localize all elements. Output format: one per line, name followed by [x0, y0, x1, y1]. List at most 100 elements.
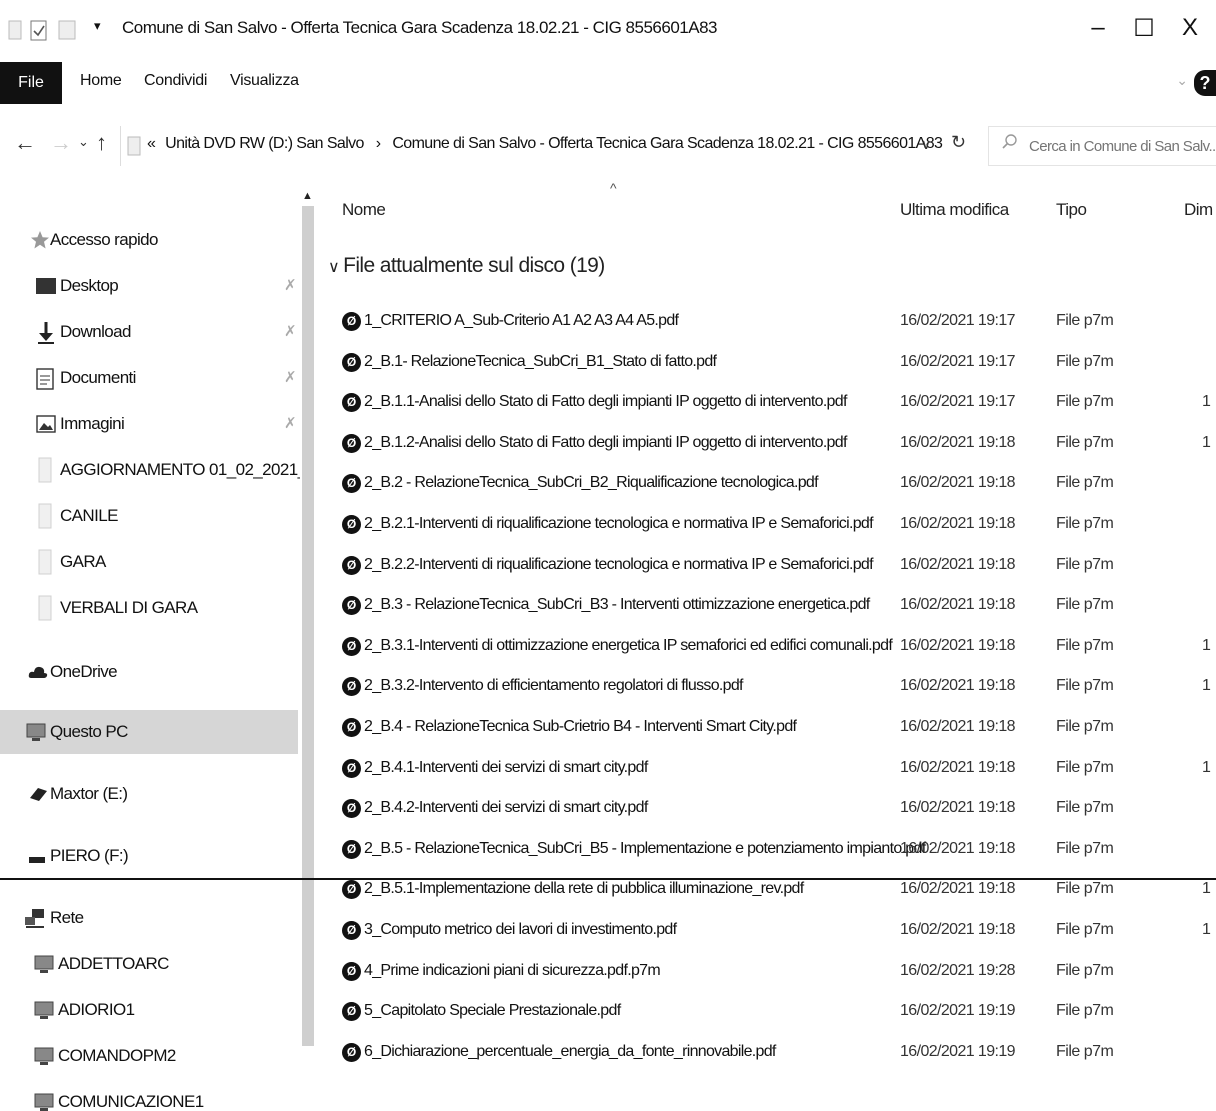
column-header-name[interactable]: Nome — [342, 200, 386, 220]
table-row[interactable]: Ø 2_B.3.2-Intervento di efficientamento r… — [326, 669, 1216, 709]
sidebar-item-aggiornamento[interactable]: AGGIORNAMENTO 01_02_2021_LUNGO M. — [0, 448, 300, 492]
table-row[interactable]: Ø 2_B.4 - RelazioneTecnica Sub-Crietrio B… — [326, 710, 1216, 750]
properties-icon[interactable] — [30, 20, 48, 47]
up-icon[interactable]: ↑ — [96, 130, 107, 156]
back-icon[interactable]: ← — [14, 130, 36, 156]
file-size: 1 — [1202, 921, 1211, 938]
file-name: 2_B.4.2-Interventi dei servizi di smart … — [364, 799, 648, 816]
sidebar-item-questo-pc[interactable]: Questo PC — [0, 710, 298, 754]
signed-file-icon: Ø — [342, 312, 361, 331]
folder-icon — [38, 549, 58, 575]
sidebar-item-gara[interactable]: GARA — [0, 540, 298, 584]
sidebar-item-label: ADDETTOARC — [58, 954, 169, 973]
sidebar-item-maxtor[interactable]: Maxtor (E:) — [0, 772, 298, 816]
table-row[interactable]: Ø 2_B.2.2-Interventi di riqualificazione … — [326, 548, 1216, 588]
sidebar-item-canile[interactable]: CANILE — [0, 494, 298, 538]
search-input[interactable] — [1029, 134, 1216, 158]
help-button[interactable]: ? — [1194, 70, 1216, 96]
file-type: File p7m — [1056, 880, 1114, 897]
recent-locations-icon[interactable]: ⌄ — [78, 134, 89, 150]
path-box[interactable]: « Unità DVD RW (D:) San Salvo › Comune d… — [120, 126, 980, 166]
table-row[interactable]: Ø 2_B.4.2-Interventi dei servizi di smart… — [326, 791, 1216, 831]
table-row[interactable]: Ø 1_CRITERIO A_Sub-Criterio A1 A2 A3 A4 A… — [326, 304, 1216, 344]
sidebar-item-piero[interactable]: PIERO (F:) — [0, 834, 298, 878]
sidebar-item-desktop[interactable]: Desktop ✗ — [0, 264, 298, 308]
collapse-chevron-icon[interactable]: ∨ — [328, 259, 340, 276]
sidebar-scrollbar[interactable]: ▲ — [300, 190, 316, 1111]
close-button[interactable]: X — [1170, 14, 1210, 42]
customize-toolbar-icon[interactable]: ▾ — [94, 18, 101, 34]
sort-ascending-icon: ^ — [610, 180, 617, 196]
scroll-up-icon[interactable]: ▲ — [302, 190, 313, 202]
sidebar-item-comandopm2[interactable]: COMANDOPM2 — [0, 1034, 298, 1078]
file-type: File p7m — [1056, 474, 1114, 491]
table-row[interactable]: Ø 2_B.1.2-Analisi dello Stato di Fatto de… — [326, 426, 1216, 466]
sidebar-item-adiorio1[interactable]: ADIORIO1 — [0, 988, 298, 1032]
tab-visualizza[interactable]: Visualizza — [230, 72, 299, 90]
search-box[interactable] — [988, 126, 1216, 166]
file-modified: 16/02/2021 19:18 — [900, 596, 1016, 613]
scrollbar-thumb[interactable] — [302, 206, 314, 1046]
sidebar-item-rete[interactable]: Rete — [0, 896, 298, 940]
address-bar: ← → ⌄ ↑ « Unità DVD RW (D:) San Salvo › … — [0, 116, 1216, 172]
forward-icon[interactable]: → — [50, 130, 72, 156]
new-folder-icon[interactable] — [58, 20, 76, 45]
sidebar-item-verbali-di-gara[interactable]: VERBALI DI GARA — [0, 586, 298, 630]
expand-ribbon-icon[interactable]: ⌄ — [1176, 72, 1188, 89]
signed-file-icon: Ø — [342, 474, 361, 493]
table-row[interactable]: Ø 2_B.2 - RelazioneTecnica_SubCri_B2_Riqu… — [326, 466, 1216, 506]
sidebar-item-label: Maxtor (E:) — [50, 784, 128, 803]
file-modified: 16/02/2021 19:18 — [900, 515, 1016, 532]
table-row[interactable]: Ø 5_Capitolato Speciale Prestazionale.pdf… — [326, 994, 1216, 1034]
sidebar-item-onedrive[interactable]: OneDrive — [0, 650, 298, 694]
column-header-modified[interactable]: Ultima modifica — [900, 200, 1009, 220]
file-modified: 16/02/2021 19:18 — [900, 637, 1016, 654]
sidebar-item-comunicazione1[interactable]: COMUNICAZIONE1 — [0, 1080, 298, 1111]
file-modified: 16/02/2021 19:19 — [900, 1043, 1016, 1060]
address-dropdown-icon[interactable]: ∨ — [921, 136, 931, 153]
table-row[interactable]: Ø 6_Dichiarazione_percentuale_energia_da_… — [326, 1035, 1216, 1075]
computer-icon — [26, 722, 46, 742]
table-row[interactable]: Ø 2_B.5 - RelazioneTecnica_SubCri_B5 - Im… — [326, 832, 1216, 872]
table-row[interactable]: Ø 2_B.1.1-Analisi dello Stato di Fatto de… — [326, 385, 1216, 425]
column-header-size[interactable]: Dim — [1184, 200, 1213, 220]
group-header[interactable]: ∨ File attualmente sul disco (19) — [328, 254, 605, 278]
sidebar-item-label: AGGIORNAMENTO 01_02_2021_LUNGO M. — [60, 460, 300, 479]
minimize-button[interactable]: – — [1078, 14, 1118, 42]
table-row[interactable]: Ø 2_B.3 - RelazioneTecnica_SubCri_B3 - In… — [326, 588, 1216, 628]
file-size: 1 — [1202, 434, 1211, 451]
column-header-type[interactable]: Tipo — [1056, 200, 1087, 220]
breadcrumb-overflow[interactable]: « — [147, 135, 156, 152]
pin-icon[interactable]: ✗ — [284, 414, 297, 432]
breadcrumb-separator[interactable]: › — [376, 135, 381, 152]
table-row[interactable]: Ø 2_B.2.1-Interventi di riqualificazione … — [326, 507, 1216, 547]
scan-artifact-line — [0, 878, 1216, 880]
sidebar-item-immagini[interactable]: Immagini ✗ — [0, 402, 298, 446]
pin-icon[interactable]: ✗ — [284, 368, 297, 386]
breadcrumb-current[interactable]: Comune di San Salvo - Offerta Tecnica Ga… — [392, 135, 943, 152]
pin-icon[interactable]: ✗ — [284, 276, 297, 294]
signed-file-icon: Ø — [342, 759, 361, 778]
breadcrumb[interactable]: « Unità DVD RW (D:) San Salvo › Comune d… — [147, 135, 943, 153]
tab-condividi[interactable]: Condividi — [144, 72, 207, 90]
file-modified: 16/02/2021 19:18 — [900, 799, 1016, 816]
table-row[interactable]: Ø 3_Computo metrico dei lavori di investi… — [326, 913, 1216, 953]
maximize-button[interactable]: ☐ — [1124, 14, 1164, 43]
refresh-icon[interactable]: ↻ — [951, 132, 966, 153]
table-row[interactable]: Ø 4_Prime indicazioni piani di sicurezza.… — [326, 954, 1216, 994]
table-row[interactable]: Ø 2_B.3.1-Interventi di ottimizzazione en… — [326, 629, 1216, 669]
tab-home[interactable]: Home — [80, 72, 122, 90]
sidebar-item-documenti[interactable]: Documenti ✗ — [0, 356, 298, 400]
usb-drive-icon — [28, 850, 48, 870]
window-title: Comune di San Salvo - Offerta Tecnica Ga… — [122, 18, 717, 37]
sidebar-item-accesso-rapido[interactable]: Accesso rapido — [0, 218, 298, 262]
sidebar-item-download[interactable]: Download ✗ — [0, 310, 298, 354]
table-row[interactable]: Ø 2_B.1- RelazioneTecnica_SubCri_B1_Stato… — [326, 345, 1216, 385]
file-name: 6_Dichiarazione_percentuale_energia_da_f… — [364, 1043, 776, 1060]
breadcrumb-drive[interactable]: Unità DVD RW (D:) San Salvo — [165, 135, 364, 152]
signed-file-icon: Ø — [342, 393, 361, 412]
sidebar-item-addettoarc[interactable]: ADDETTOARC — [0, 942, 298, 986]
pin-icon[interactable]: ✗ — [284, 322, 297, 340]
table-row[interactable]: Ø 2_B.4.1-Interventi dei servizi di smart… — [326, 751, 1216, 791]
signed-file-icon: Ø — [342, 596, 361, 615]
